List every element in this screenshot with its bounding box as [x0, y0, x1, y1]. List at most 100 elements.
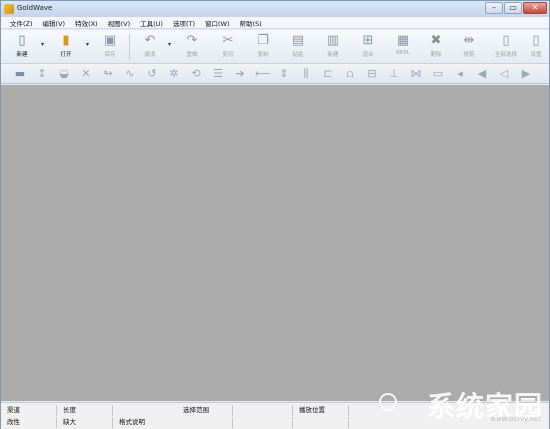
paste-icon: ▤ — [291, 33, 305, 48]
copy-button[interactable]: ❐ 复制 — [248, 32, 278, 62]
close-button[interactable]: ✕ — [523, 2, 547, 14]
status-zoom: 缺大 — [57, 417, 113, 428]
menu-bar: 文件(Z) 编辑(V) 特效(X) 视图(V) 工具(U) 选项(T) 窗口(W… — [1, 17, 549, 29]
mix-button[interactable]: ⊞ 混合 — [353, 32, 383, 62]
echo-icon[interactable]: ↺ — [145, 67, 159, 81]
redo-button[interactable]: ↷ 重做 — [177, 32, 207, 62]
speaker-left-icon[interactable]: ◀ — [475, 67, 489, 81]
equalizer-icon[interactable]: ☰ — [211, 67, 225, 81]
cut-button-label: 剪切 — [222, 52, 234, 58]
stretch-icon[interactable]: ↕ — [35, 67, 49, 81]
paste-new-icon: ▥ — [326, 33, 340, 48]
copy-icon: ❐ — [257, 33, 269, 48]
waveform-icon[interactable]: ▬ — [13, 67, 27, 81]
undo-dropdown-chevron-down-icon[interactable]: ▾ — [168, 41, 171, 48]
undo-button[interactable]: ↶ 撤消 — [135, 32, 165, 62]
select-all-icon: ▯ — [502, 33, 510, 48]
menu-edit[interactable]: 编辑(V) — [38, 18, 71, 28]
window-title: GoldWave — [17, 4, 53, 12]
noise-icon[interactable]: ▭ — [431, 67, 445, 81]
menu-help[interactable]: 帮助(S) — [235, 18, 267, 28]
fade-icon[interactable]: ↬ — [101, 67, 115, 81]
cut-button[interactable]: ✂ 剪切 — [213, 32, 243, 62]
goldwave-app-icon — [4, 4, 14, 14]
paste-new-button[interactable]: ▥ 新建 — [318, 32, 348, 62]
status-modified: 改性 — [1, 417, 57, 428]
settings-button[interactable]: ▯ 设置 — [525, 32, 547, 62]
paste-new-button-label: 新建 — [327, 52, 339, 58]
open-button-label: 打开 — [60, 52, 72, 58]
replace-button-label: REPL — [396, 50, 410, 56]
undo-button-label: 撤消 — [144, 52, 156, 58]
copy-button-label: 复制 — [257, 52, 269, 58]
offset-icon[interactable]: ⊟ — [365, 67, 379, 81]
volume-icon[interactable]: ◂ — [453, 67, 467, 81]
toolbar-divider — [129, 34, 130, 60]
pitch-icon[interactable]: ⇕ — [277, 67, 291, 81]
filter-icon[interactable]: ⟲ — [189, 67, 203, 81]
new-dropdown-chevron-down-icon[interactable]: ▾ — [41, 41, 44, 48]
status-channel: 渠道 — [1, 405, 57, 416]
bars-icon[interactable]: ⫼ — [299, 67, 313, 81]
select-all-button[interactable]: ▯ 全部选择 — [489, 32, 523, 62]
status-format: 格式说明 — [113, 417, 233, 428]
open-dropdown-chevron-down-icon[interactable]: ▾ — [86, 41, 89, 48]
reverb-icon[interactable]: ⩍ — [343, 67, 357, 81]
window-controls: – ▭ ✕ — [485, 2, 547, 14]
save-icon: ▣ — [103, 33, 117, 48]
invert-icon[interactable]: ⊥ — [387, 67, 401, 81]
paste-button-label: 粘贴 — [292, 52, 304, 58]
status-empty-4 — [293, 417, 349, 428]
mute-icon[interactable]: ✕ — [79, 67, 93, 81]
curve-icon[interactable]: ∿ — [123, 67, 137, 81]
gear-icon[interactable]: ✲ — [167, 67, 181, 81]
redo-icon: ↷ — [186, 33, 198, 48]
watermark-logo — [379, 393, 397, 411]
menu-view[interactable]: 视图(V) — [103, 18, 136, 28]
cut-icon: ✂ — [222, 33, 234, 48]
status-selection: 选择范围 — [113, 405, 233, 416]
mix-button-label: 混合 — [362, 52, 374, 58]
settings-button-label: 设置 — [530, 52, 542, 58]
compress-icon[interactable]: ⋈ — [409, 67, 423, 81]
doppler-icon[interactable]: ◒ — [57, 67, 71, 81]
speaker-icon[interactable]: ◁ — [497, 67, 511, 81]
menu-file[interactable]: 文件(Z) — [5, 18, 38, 28]
effects-toolbar: ▬ ↕ ◒ ✕ ↬ ∿ ↺ ✲ ⟲ ☰ ➔ ⟵ ⇕ ⫼ ⊏ ⩍ ⊟ ⊥ ⋈ ▭ … — [1, 64, 549, 84]
maximize-button[interactable]: ▭ — [504, 2, 522, 14]
trim-button[interactable]: ⇹ 修剪 — [454, 32, 484, 62]
save-button[interactable]: ▣ 保存 — [95, 32, 125, 62]
delete-icon: ✖ — [430, 33, 442, 48]
menu-tools[interactable]: 工具(U) — [135, 18, 168, 28]
menu-effects[interactable]: 特效(X) — [70, 18, 103, 28]
replace-icon: ▦ — [396, 33, 410, 48]
audio-workspace[interactable] — [1, 85, 549, 401]
menu-options[interactable]: 选项(T) — [168, 18, 200, 28]
status-empty-1 — [233, 405, 293, 416]
open-button[interactable]: ▮ 打开 — [51, 32, 81, 62]
settings-icon: ▯ — [532, 33, 540, 48]
save-button-label: 保存 — [104, 52, 116, 58]
status-length: 长度 — [57, 405, 113, 416]
main-toolbar: ▯ 新建 ▾ ▮ 打开 ▾ ▣ 保存 ↶ 撤消 ▾ ↷ 重做 ✂ 剪切 ❐ 复制 — [1, 30, 549, 64]
delete-button-label: 删除 — [430, 52, 442, 58]
back-icon[interactable]: ⟵ — [255, 67, 271, 81]
paste-button[interactable]: ▤ 粘贴 — [283, 32, 313, 62]
trim-button-label: 修剪 — [463, 52, 475, 58]
delete-button[interactable]: ✖ 删除 — [421, 32, 451, 62]
undo-icon: ↶ — [144, 33, 156, 48]
replace-button[interactable]: ▦ REPL — [388, 32, 418, 62]
mechanize-icon[interactable]: ⊏ — [321, 67, 335, 81]
watermark-url: www.bonly.net — [490, 415, 541, 423]
new-button[interactable]: ▯ 新建 — [7, 32, 37, 62]
select-all-button-label: 全部选择 — [494, 52, 517, 58]
title-bar[interactable]: GoldWave – ▭ ✕ — [1, 1, 549, 17]
menu-window[interactable]: 窗口(W) — [200, 18, 235, 28]
status-play-position: 播放位置 — [293, 405, 349, 416]
forward-icon[interactable]: ➔ — [233, 67, 247, 81]
goldwave-window: GoldWave – ▭ ✕ 文件(Z) 编辑(V) 特效(X) 视图(V) 工… — [0, 0, 550, 429]
speaker-right-icon[interactable]: ▶ — [519, 67, 533, 81]
mix-icon: ⊞ — [362, 33, 374, 48]
open-folder-icon: ▮ — [62, 33, 70, 48]
minimize-button[interactable]: – — [485, 2, 503, 14]
